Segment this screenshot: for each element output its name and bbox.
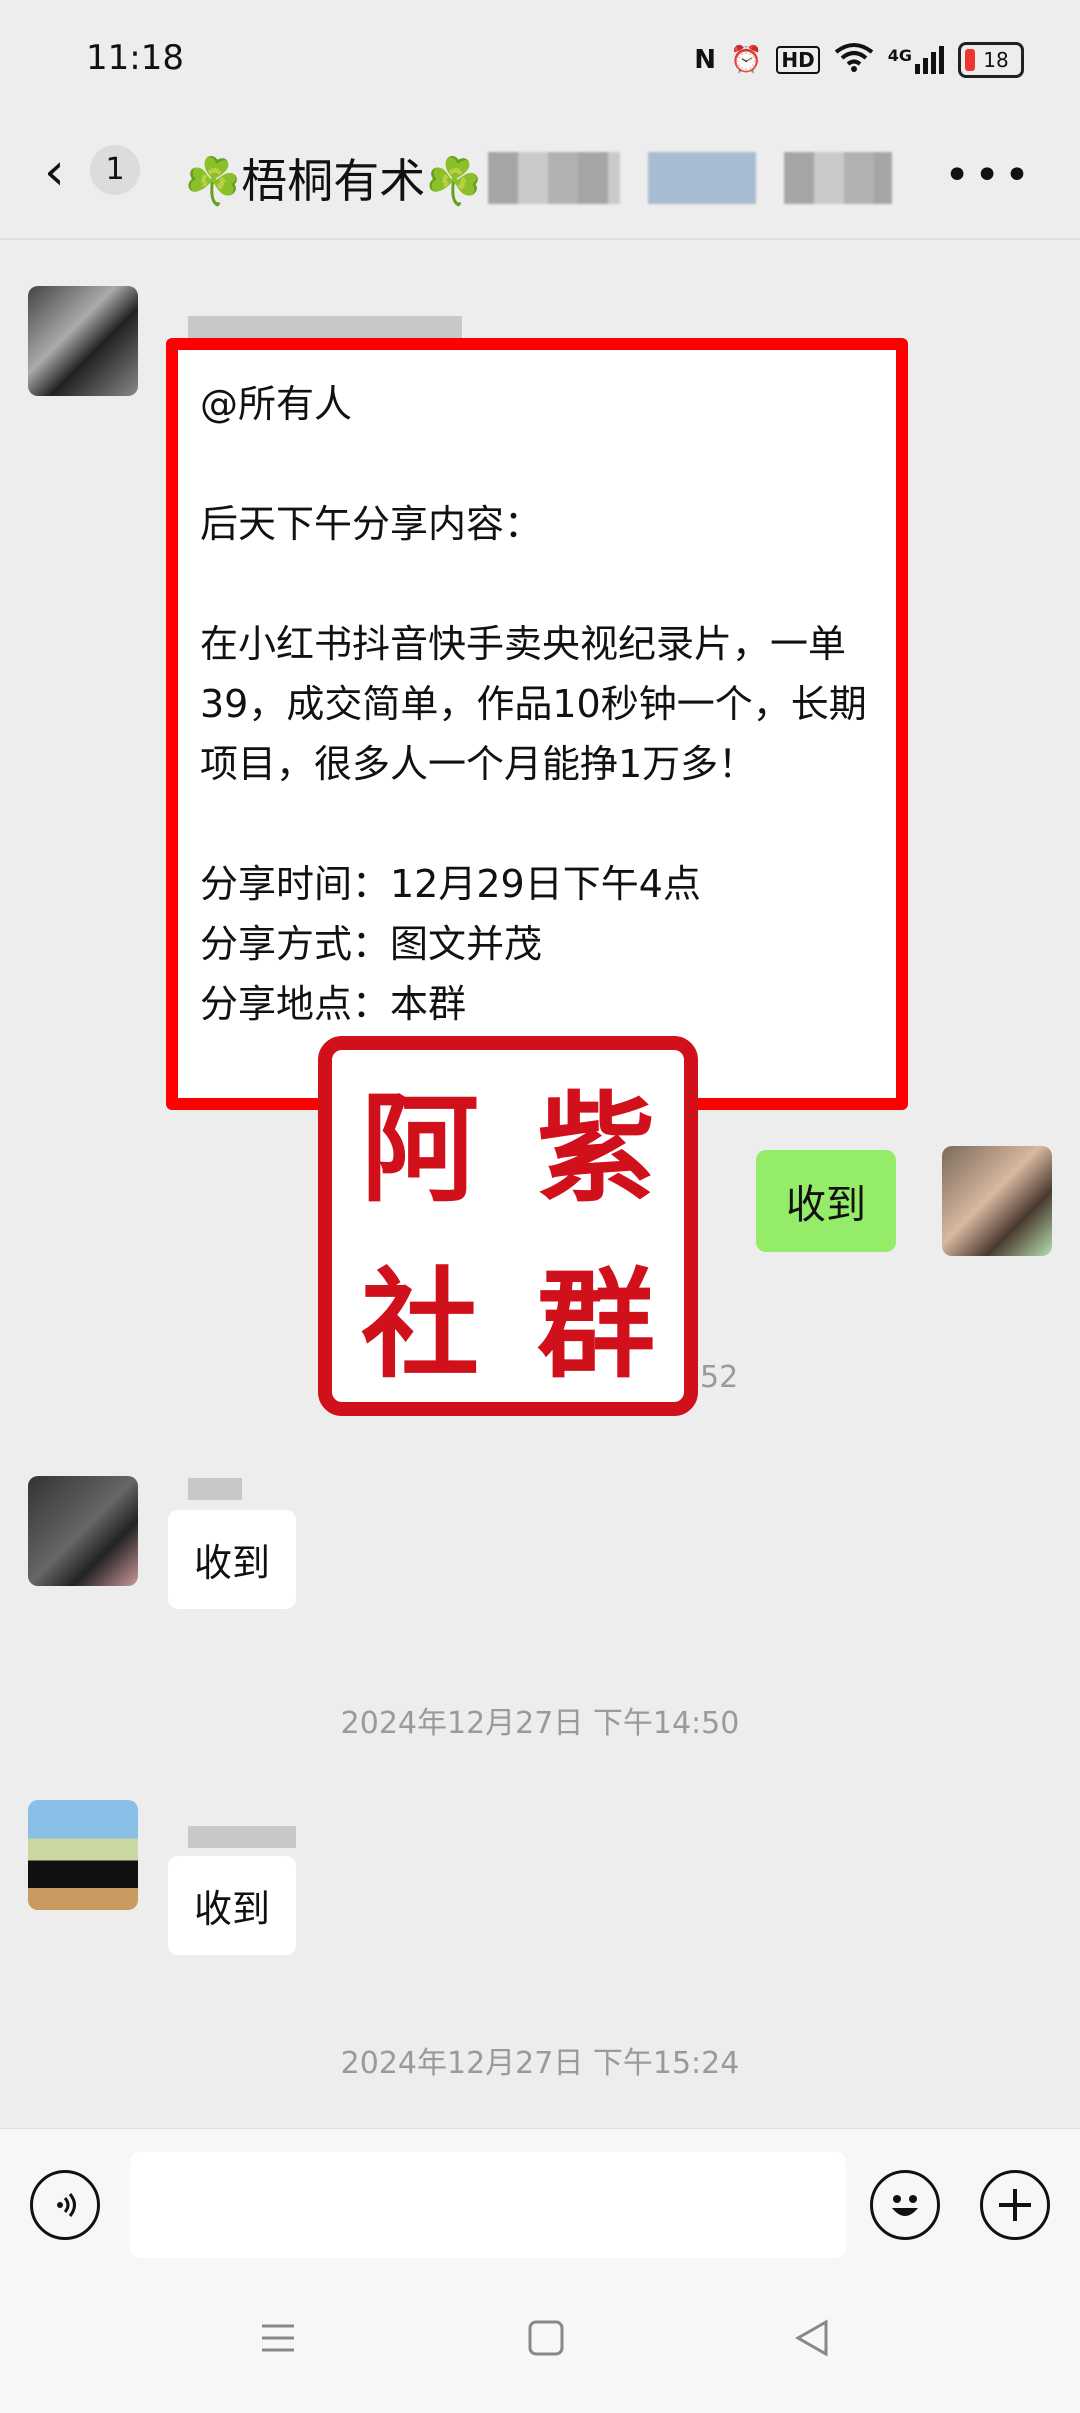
message-bubble[interactable]: 收到 bbox=[168, 1856, 297, 1955]
sender-name-redacted bbox=[188, 1826, 296, 1848]
chat-title: ☘️梧桐有术☘️ bbox=[184, 154, 483, 208]
unread-count-badge: 1 bbox=[90, 145, 140, 195]
partial-timestamp: 52 bbox=[700, 1360, 739, 1395]
back-triangle-icon[interactable] bbox=[792, 2318, 832, 2368]
emoji-icon[interactable] bbox=[870, 2170, 940, 2240]
title-redacted-2 bbox=[648, 152, 756, 204]
sender-name-redacted bbox=[188, 316, 462, 338]
sender-name-redacted bbox=[188, 1478, 242, 1500]
battery-icon: 18 bbox=[958, 42, 1024, 78]
my-message-bubble[interactable]: 收到 bbox=[756, 1150, 896, 1252]
header-divider bbox=[0, 238, 1080, 240]
stamp-char: 紫 bbox=[536, 1078, 655, 1218]
announcement-message[interactable]: @所有人 后天下午分享内容： 在小红书抖音快手卖央视纪录片，一单39，成交简单，… bbox=[166, 338, 908, 1110]
title-redacted bbox=[488, 152, 620, 204]
message-bubble[interactable]: 收到 bbox=[168, 1510, 297, 1609]
cell-signal-icon: 4G bbox=[888, 46, 944, 74]
message-input[interactable] bbox=[130, 2152, 846, 2258]
wifi-icon bbox=[834, 42, 874, 79]
battery-level: 18 bbox=[983, 48, 1009, 72]
timestamp: 2024年12月27日 下午15:24 bbox=[340, 2046, 740, 2081]
menu-icon[interactable] bbox=[258, 2318, 298, 2368]
watermark-stamp: 阿 紫 社 群 bbox=[318, 1036, 698, 1416]
status-time: 11:18 bbox=[86, 38, 184, 78]
back-button[interactable]: ‹ bbox=[44, 142, 65, 202]
nfc-icon: N bbox=[694, 45, 717, 75]
avatar[interactable] bbox=[28, 1800, 138, 1910]
hd-icon: HD bbox=[776, 46, 820, 74]
alarm-icon: ⏰ bbox=[730, 45, 763, 75]
stamp-char: 社 bbox=[360, 1254, 479, 1394]
plus-icon[interactable] bbox=[980, 2170, 1050, 2240]
status-icons: N ⏰ HD 4G 18 bbox=[694, 36, 1024, 84]
more-options-button[interactable]: ••• bbox=[944, 150, 1034, 201]
avatar[interactable] bbox=[28, 1476, 138, 1586]
stamp-char: 阿 bbox=[360, 1078, 479, 1218]
my-avatar[interactable] bbox=[942, 1146, 1052, 1256]
avatar[interactable] bbox=[28, 286, 138, 396]
home-icon[interactable] bbox=[526, 2318, 566, 2368]
timestamp: 2024年12月27日 下午14:50 bbox=[340, 1706, 740, 1741]
voice-icon[interactable] bbox=[30, 2170, 100, 2240]
network-type: 4G bbox=[887, 46, 912, 65]
title-redacted-3 bbox=[784, 152, 892, 204]
stamp-char: 群 bbox=[536, 1254, 655, 1394]
